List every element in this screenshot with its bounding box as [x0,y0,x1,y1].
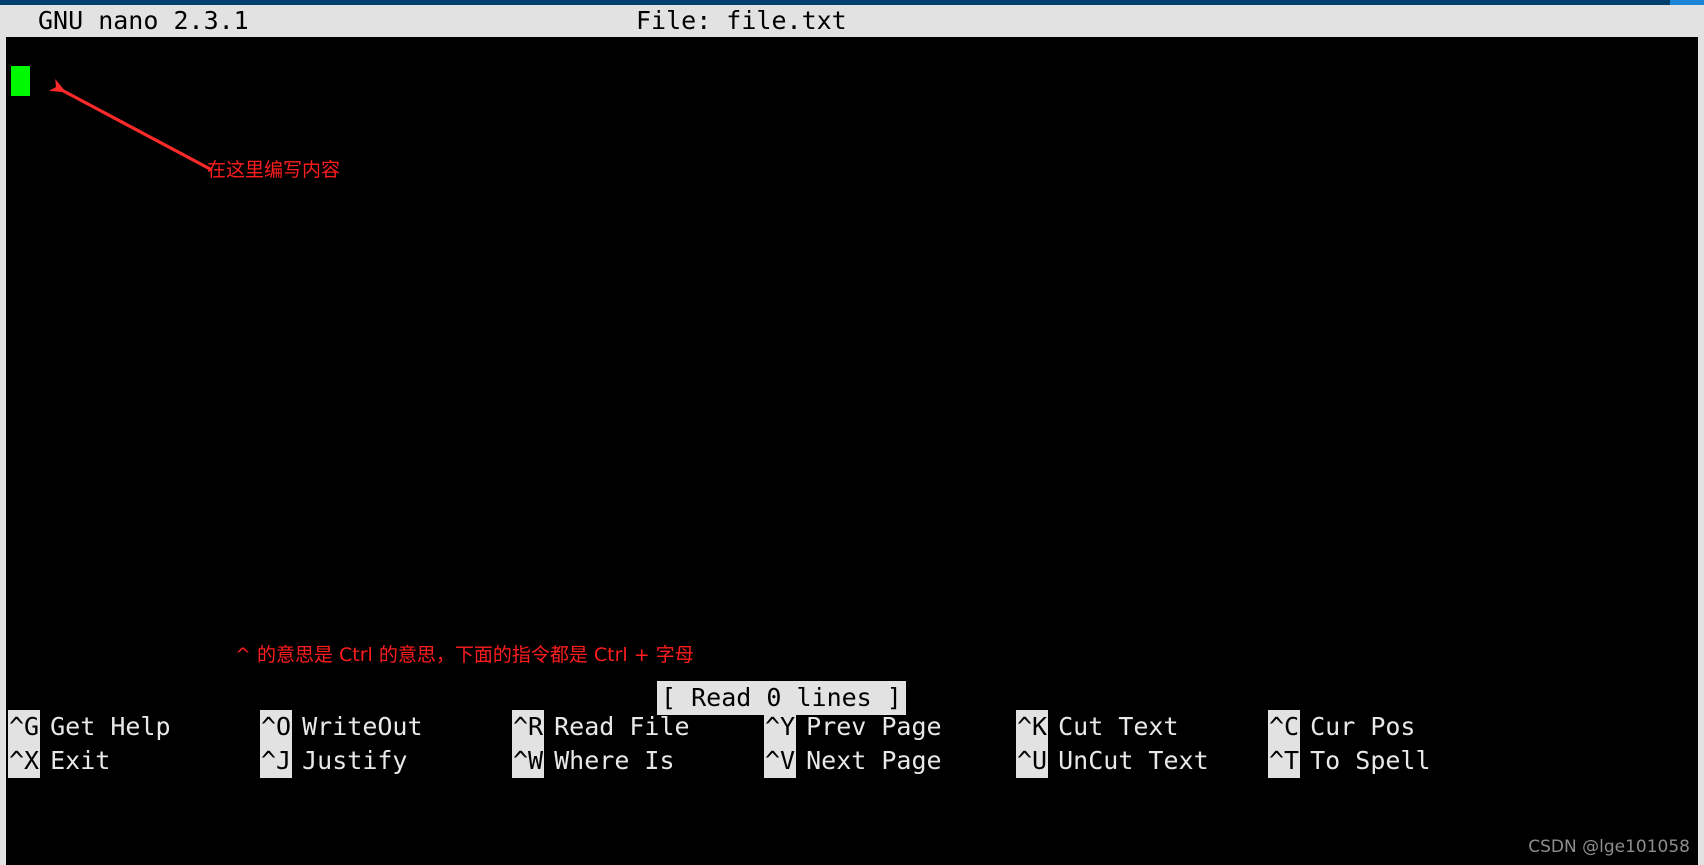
shortcut-item-prev-page[interactable]: ^Y Prev Page [764,710,1016,744]
shortcut-label: WriteOut [302,712,423,741]
shortcut-column-2: ^O WriteOut ^J Justify [260,710,512,778]
shortcut-label: To Spell [1310,746,1431,775]
shortcut-key-badge: ^C [1268,710,1301,744]
shortcut-key-badge: ^W [512,744,545,778]
shortcut-label: Where Is [554,746,675,775]
shortcut-column-6: ^C Cur Pos ^T To Spell [1268,710,1520,778]
shortcut-key-badge: ^Y [764,710,797,744]
app-title: GNU nano 2.3.1 [38,6,249,35]
shortcut-label: Exit [50,746,111,775]
shortcut-label: Read File [554,712,690,741]
shortcut-column-3: ^R Read File ^W Where Is [512,710,764,778]
shortcut-label: Prev Page [806,712,942,741]
annotation-cursor-note: 在这里编写内容 [207,159,341,181]
shortcut-key-badge: ^X [8,744,41,778]
shortcut-column-4: ^Y Prev Page ^V Next Page [764,710,1016,778]
text-cursor [11,66,30,96]
shortcut-key-badge: ^T [1268,744,1301,778]
shortcut-key-badge: ^K [1016,710,1049,744]
shortcut-item-to-spell[interactable]: ^T To Spell [1268,744,1520,778]
shortcut-key-badge: ^V [764,744,797,778]
shortcut-label: Cur Pos [1310,712,1416,741]
shortcut-key-badge: ^R [512,710,545,744]
shortcut-label: Get Help [50,712,171,741]
shortcut-key-badge: ^J [260,744,293,778]
shortcut-item-uncut-text[interactable]: ^U UnCut Text [1016,744,1268,778]
annotation-ctrl-note: ^ 的意思是 Ctrl 的意思，下面的指令都是 Ctrl + 字母 [235,644,694,666]
shortcut-label: UnCut Text [1058,746,1209,775]
shortcut-key-badge: ^O [260,710,293,744]
file-title: File: file.txt [636,6,847,35]
shortcut-item-exit[interactable]: ^X Exit [8,744,260,778]
shortcut-item-cut-text[interactable]: ^K Cut Text [1016,710,1268,744]
shortcut-item-writeout[interactable]: ^O WriteOut [260,710,512,744]
shortcut-label: Cut Text [1058,712,1179,741]
shortcut-column-1: ^G Get Help ^X Exit [8,710,260,778]
shortcut-key-badge: ^U [1016,744,1049,778]
shortcut-bar: ^G Get Help ^X Exit ^O WriteOut ^J Justi… [0,710,1704,778]
shortcut-item-cur-pos[interactable]: ^C Cur Pos [1268,710,1520,744]
shortcut-item-justify[interactable]: ^J Justify [260,744,512,778]
shortcut-label: Justify [302,746,408,775]
shortcut-item-where-is[interactable]: ^W Where Is [512,744,764,778]
shortcut-key-badge: ^G [8,710,41,744]
nano-editor-window: GNU nano 2.3.1 File: file.txt 在这里编写内容 ^ … [0,0,1704,865]
shortcut-item-read-file[interactable]: ^R Read File [512,710,764,744]
shortcut-column-5: ^K Cut Text ^U UnCut Text [1016,710,1268,778]
shortcut-item-next-page[interactable]: ^V Next Page [764,744,1016,778]
shortcut-item-get-help[interactable]: ^G Get Help [8,710,260,744]
shortcut-label: Next Page [806,746,942,775]
watermark: CSDN @lge101058 [1528,837,1690,857]
titlebar: GNU nano 2.3.1 File: file.txt [6,5,1698,37]
